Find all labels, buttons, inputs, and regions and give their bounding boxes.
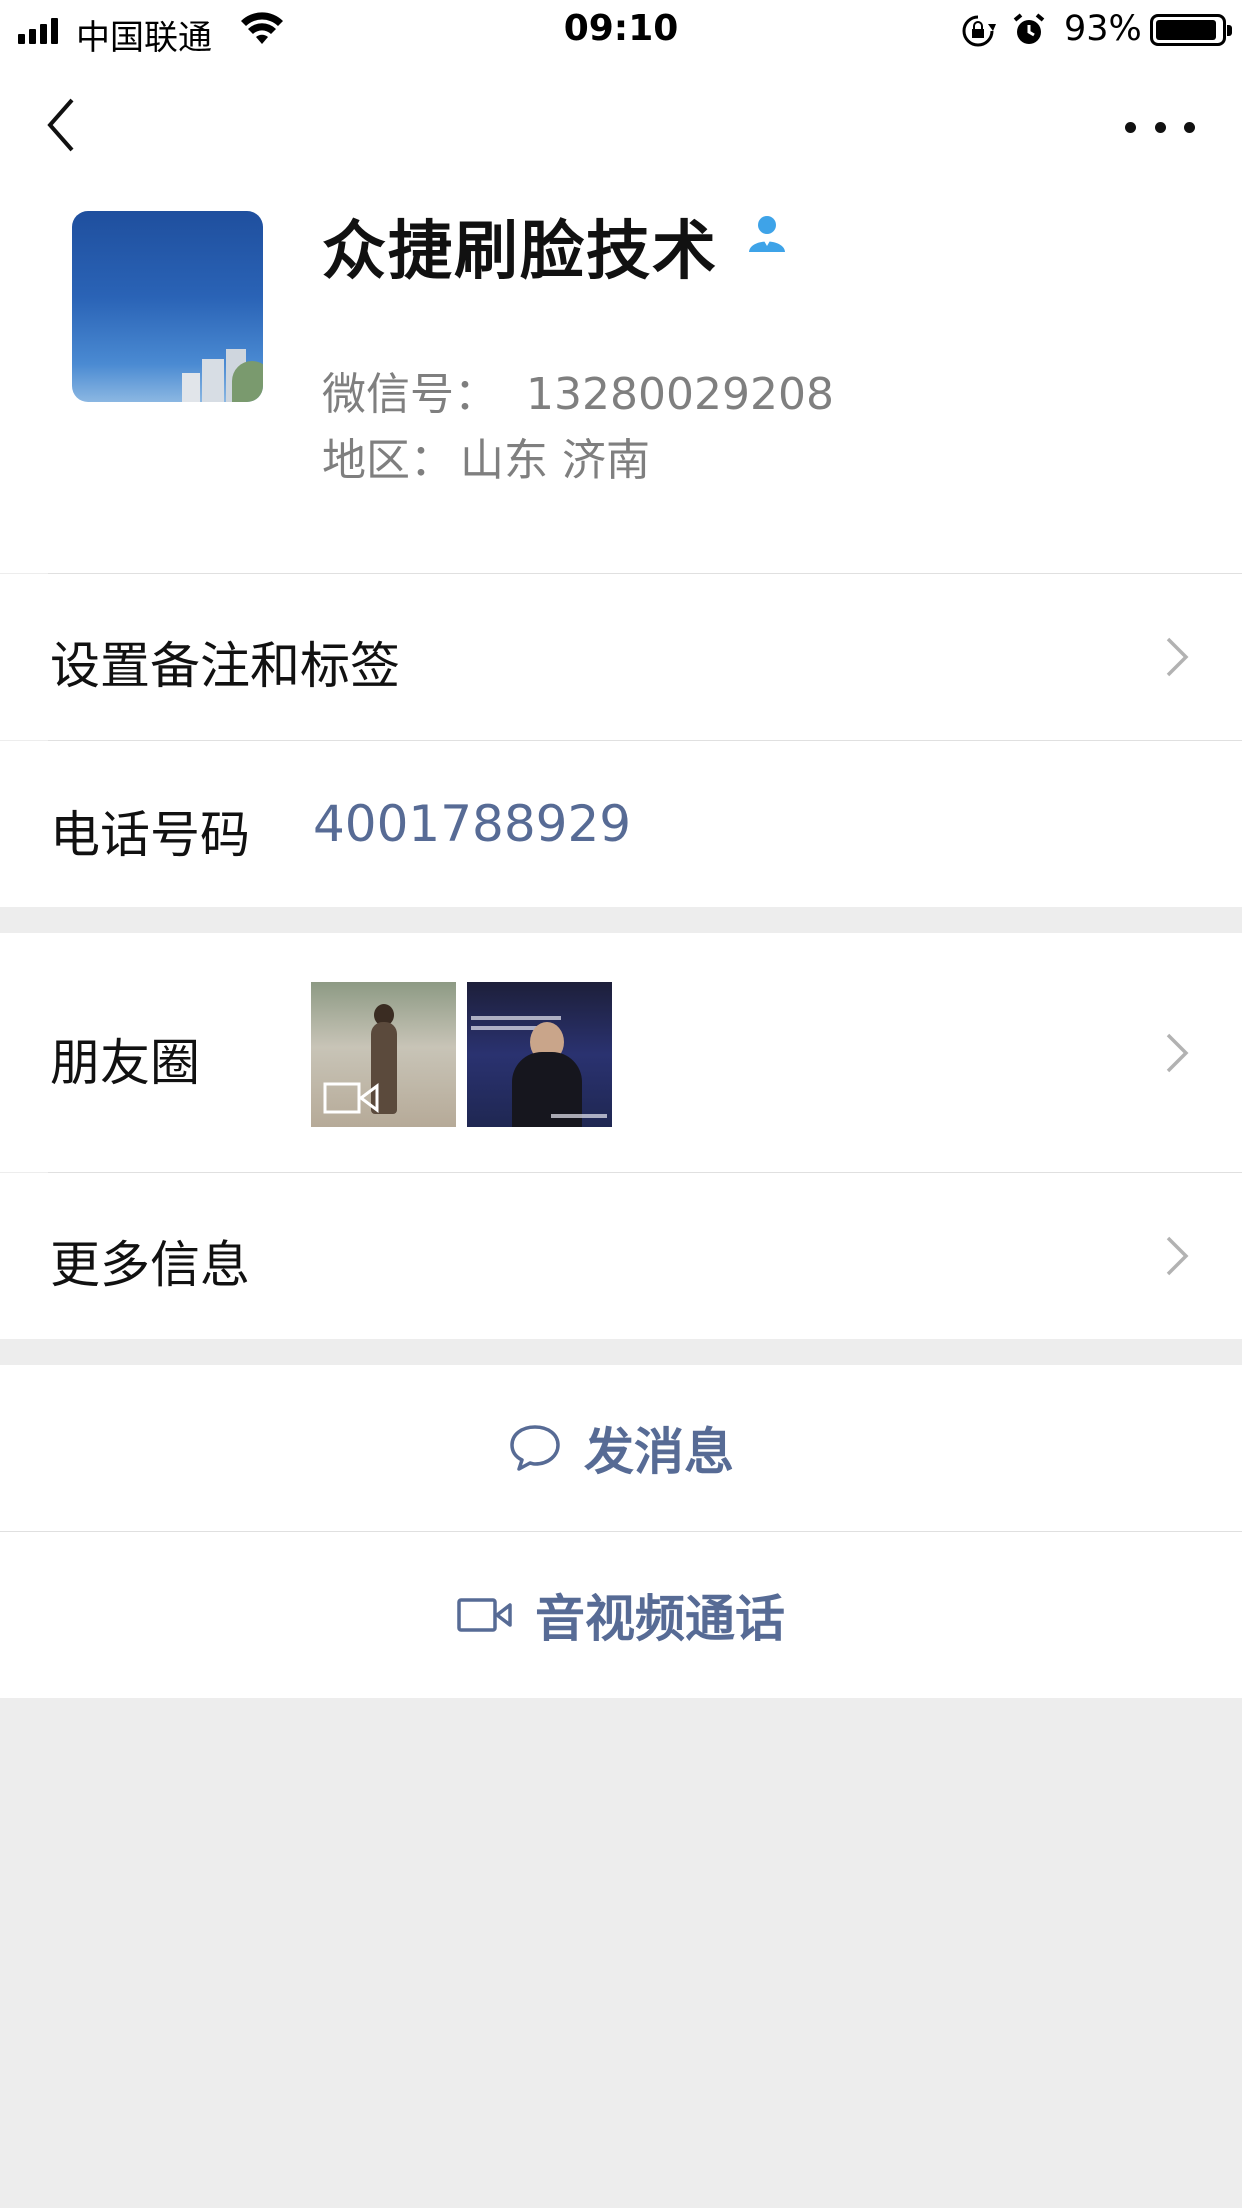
video-call-button[interactable]: 音视频通话 [0, 1532, 1242, 1698]
chevron-right-icon [1166, 637, 1189, 677]
wechat-id-value: 13280029208 [526, 369, 834, 420]
region-label: 地区： [322, 435, 454, 486]
chevron-right-icon [1166, 1236, 1189, 1276]
moments-row-label: 朋友圈 [50, 1034, 200, 1092]
region: 地区： 山东 济南 [322, 424, 650, 488]
chevron-left-icon [47, 98, 74, 152]
nav-bar [0, 62, 1242, 190]
contact-name: 众捷刷脸技术 [322, 215, 718, 289]
more-info-row[interactable]: 更多信息 [0, 1173, 1242, 1339]
region-value: 山东 济南 [460, 435, 650, 486]
send-message-button[interactable]: 发消息 [0, 1365, 1242, 1531]
contact-person-icon [746, 212, 788, 258]
send-message-label: 发消息 [584, 1423, 734, 1481]
phone-row: 电话号码 4001788929 [0, 741, 1242, 907]
status-bar: 中国联通 09:10 93% [0, 0, 1242, 62]
moments-row[interactable]: 朋友圈 [0, 933, 1242, 1172]
wechat-id: 微信号： 13280029208 [322, 358, 834, 422]
avatar[interactable] [72, 211, 263, 402]
wechat-id-label: 微信号： [322, 369, 498, 420]
profile-header: 众捷刷脸技术 微信号： 13280029208 地区： 山东 济南 [0, 190, 1242, 573]
battery-percent: 93% [1064, 9, 1142, 49]
more-info-row-label: 更多信息 [50, 1236, 250, 1294]
video-camera-icon [323, 1082, 379, 1114]
alarm-icon [1012, 12, 1046, 52]
back-button[interactable] [40, 92, 90, 158]
video-call-label: 音视频通话 [535, 1590, 785, 1648]
status-time: 09:10 [563, 8, 679, 49]
remark-and-tags-row[interactable]: 设置备注和标签 [0, 574, 1242, 740]
phone-number-link[interactable]: 4001788929 [313, 795, 631, 853]
video-camera-icon [457, 1598, 512, 1632]
battery-icon [1150, 14, 1232, 46]
rotation-lock-icon [960, 14, 996, 52]
chevron-right-icon [1166, 1033, 1189, 1073]
more-dots-icon [1125, 121, 1136, 133]
moments-thumbnail [311, 982, 456, 1127]
more-button[interactable] [1125, 114, 1195, 140]
phone-row-label: 电话号码 [50, 806, 250, 864]
remark-row-label: 设置备注和标签 [50, 637, 400, 695]
chat-bubble-icon [510, 1425, 560, 1471]
moments-thumbnail [467, 982, 612, 1127]
